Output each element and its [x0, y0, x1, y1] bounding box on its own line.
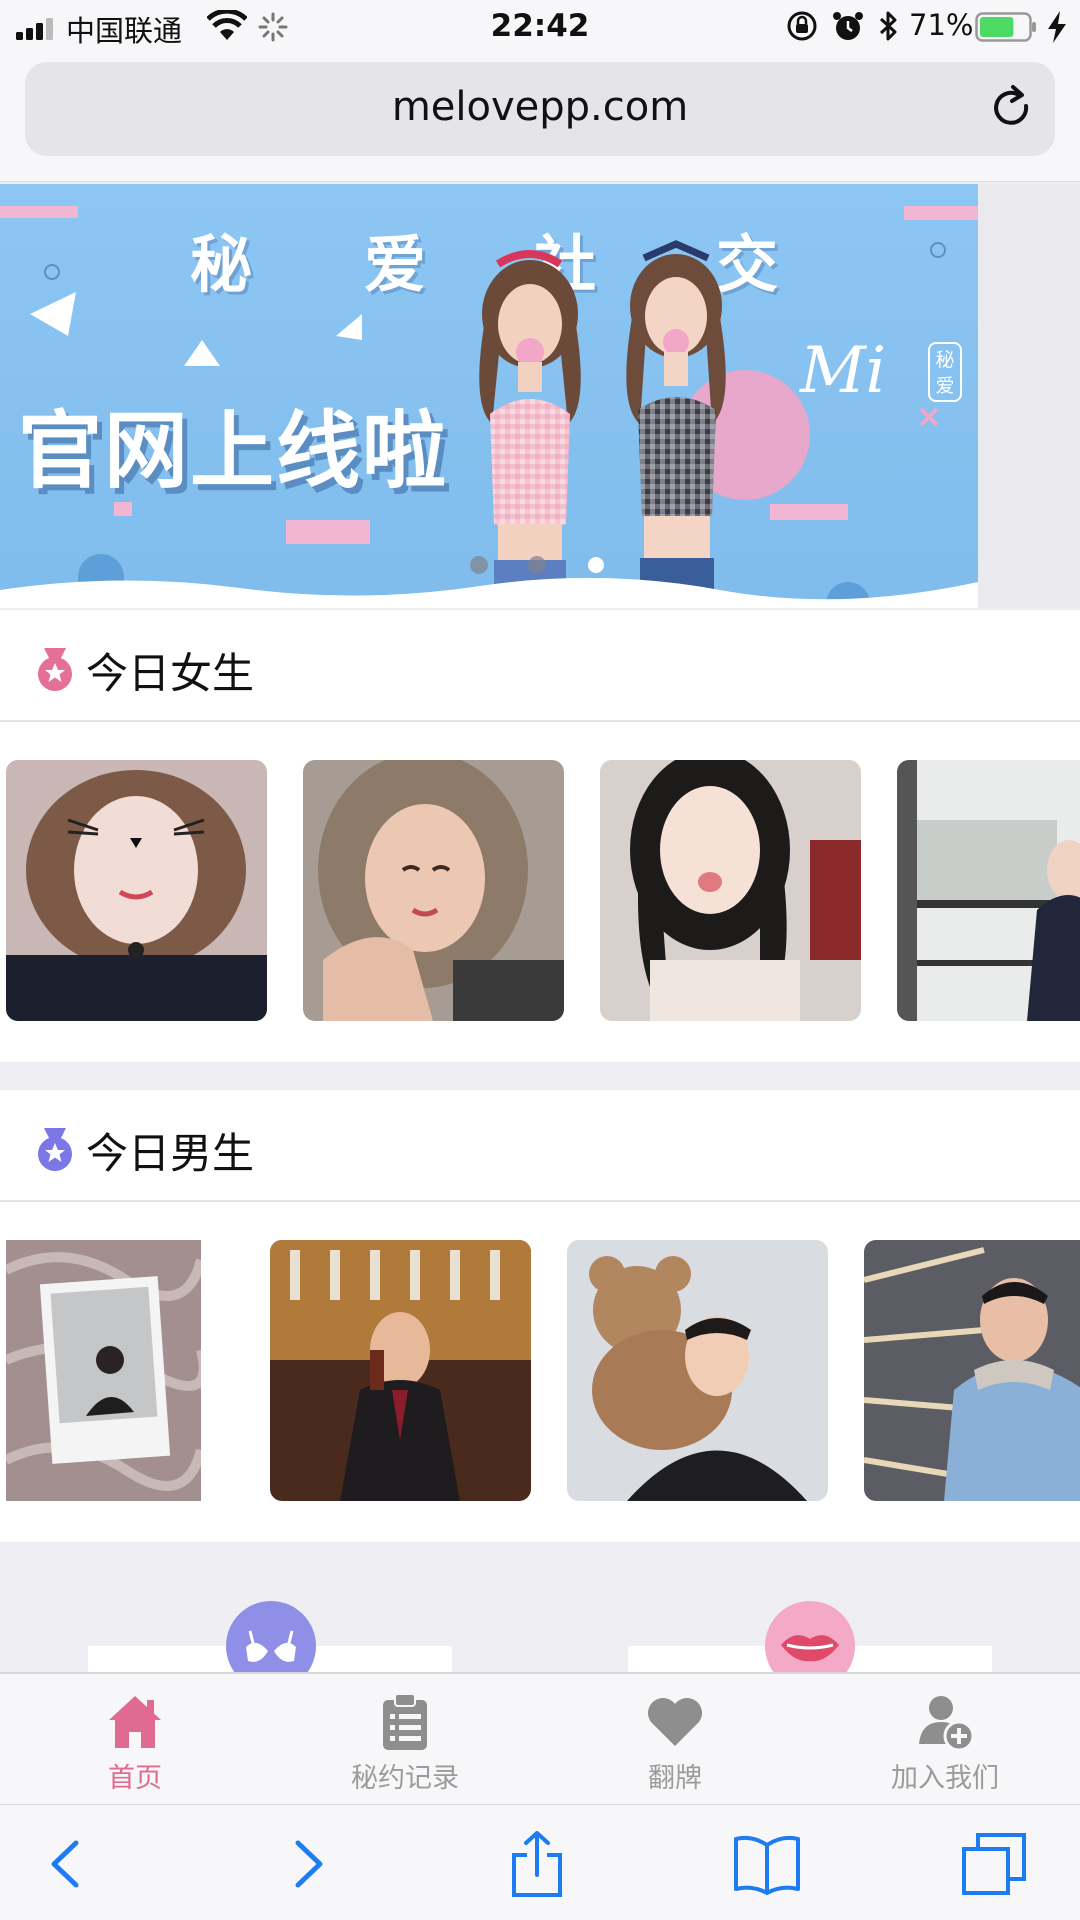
profile-image	[897, 760, 1080, 1021]
charging-bolt-icon	[1048, 11, 1066, 43]
promo-banner[interactable]: 秘 爱 社 交 官网上线啦 Mi 秘爱	[0, 184, 978, 608]
section-title: 今日女生	[86, 649, 255, 698]
decor-cross	[919, 407, 939, 427]
bluetooth-icon	[879, 11, 897, 41]
decor-bar	[286, 520, 370, 544]
decor-bar	[770, 504, 848, 520]
banner-headline: 官网上线啦	[18, 402, 449, 500]
banner-next-slide-peek	[978, 184, 1080, 608]
address-bar[interactable]: melovepp.com	[25, 62, 1055, 156]
decor-triangle	[336, 314, 362, 340]
decor-ring	[44, 264, 60, 280]
banner-models-image	[479, 240, 726, 608]
section-header: 今日女生	[0, 610, 1080, 722]
profile-image	[600, 760, 861, 1021]
battery-icon	[975, 12, 1036, 42]
profile-photo[interactable]	[6, 760, 267, 1021]
banner-logo-tag: 秘爱	[928, 342, 962, 402]
back-icon[interactable]	[32, 1831, 102, 1897]
decor-bar	[904, 206, 978, 220]
tab-appointment-records[interactable]: 秘约记录	[270, 1674, 540, 1806]
profile-image	[303, 760, 564, 1021]
profile-photo[interactable]	[270, 1240, 531, 1501]
decor-ring	[930, 242, 946, 258]
profile-photo[interactable]	[897, 760, 1080, 1021]
browser-address-area: melovepp.com	[0, 54, 1080, 182]
banner-title-char: 秘	[190, 228, 253, 301]
url-text[interactable]: melovepp.com	[25, 84, 1055, 130]
tab-label: 首页	[108, 1763, 162, 1794]
tab-label: 翻牌	[648, 1763, 702, 1794]
tab-home[interactable]: 首页	[0, 1674, 270, 1806]
profile-carousel[interactable]	[0, 1202, 1080, 1518]
section-today-girls: 今日女生	[0, 610, 1080, 1062]
profile-image	[270, 1240, 531, 1501]
tab-join-us[interactable]: 加入我们	[810, 1674, 1080, 1806]
tab-flip-card[interactable]: 翻牌	[540, 1674, 810, 1806]
decor-bar	[0, 206, 78, 218]
profile-image	[6, 1240, 201, 1501]
reload-icon[interactable]	[989, 84, 1035, 134]
carousel-dot[interactable]	[470, 556, 488, 574]
section-title: 今日男生	[86, 1129, 255, 1178]
banner-logo: Mi	[800, 334, 886, 408]
medal-icon	[38, 648, 72, 691]
decor-triangle	[184, 340, 220, 366]
tab-label: 秘约记录	[351, 1763, 459, 1794]
profile-photo[interactable]	[6, 1240, 201, 1501]
banner-title-char: 爱	[364, 228, 427, 301]
status-bar: 中国联通 22:42 71%	[0, 0, 1080, 54]
bookmarks-icon[interactable]	[732, 1831, 802, 1897]
profile-photo[interactable]	[303, 760, 564, 1021]
tabs-icon[interactable]	[960, 1831, 1030, 1897]
banner-wave	[0, 577, 978, 608]
profile-photo[interactable]	[567, 1240, 828, 1501]
clipboard-icon	[383, 1693, 427, 1750]
decor-triangle	[30, 292, 76, 336]
section-header: 今日男生	[0, 1090, 1080, 1202]
orientation-lock-icon	[787, 11, 817, 41]
carousel-dot[interactable]	[528, 556, 546, 574]
add-user-icon	[919, 1696, 975, 1752]
alarm-icon	[833, 12, 863, 40]
app-tab-bar: 首页 秘约记录 翻牌 加入我们	[0, 1672, 1080, 1804]
battery-percentage: 71%	[909, 8, 974, 42]
medal-icon	[38, 1128, 72, 1171]
profile-image	[6, 760, 267, 1021]
profile-carousel[interactable]	[0, 722, 1080, 1038]
profile-image	[864, 1240, 1080, 1501]
forward-icon[interactable]	[272, 1831, 342, 1897]
profile-photo[interactable]	[864, 1240, 1080, 1501]
section-today-boys: 今日男生	[0, 1090, 1080, 1542]
home-icon	[109, 1696, 161, 1748]
share-icon[interactable]	[502, 1831, 572, 1897]
heart-icon	[648, 1698, 702, 1746]
profile-photo[interactable]	[600, 760, 861, 1021]
profile-image	[567, 1240, 828, 1501]
carousel-dot-active[interactable]	[588, 557, 604, 573]
browser-toolbar	[0, 1804, 1080, 1920]
tab-label: 加入我们	[891, 1763, 999, 1794]
